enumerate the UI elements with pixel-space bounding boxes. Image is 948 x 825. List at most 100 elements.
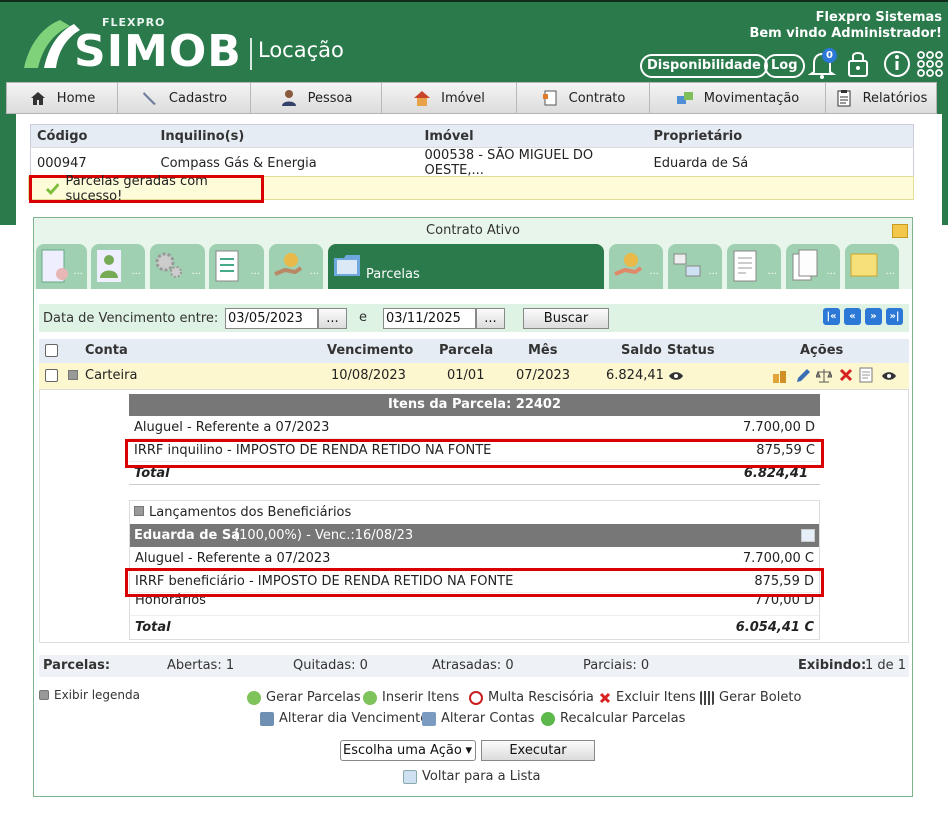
calculator-icon[interactable] bbox=[801, 529, 815, 542]
panel-title: Contrato Ativo bbox=[34, 218, 912, 244]
value-imovel[interactable]: 000538 - SÃO MIGUEL DO OESTE,... bbox=[418, 147, 648, 179]
header-proprietario: Proprietário bbox=[647, 124, 914, 148]
col-saldo: Saldo bbox=[621, 343, 662, 358]
action-multa[interactable]: Multa Rescisória bbox=[469, 690, 594, 705]
tab-dots: ... bbox=[191, 266, 201, 277]
collapse-icon[interactable] bbox=[68, 370, 78, 380]
action-label: Alterar dia Vencimento bbox=[279, 711, 429, 726]
tab-dots: ... bbox=[826, 266, 836, 277]
tab-transfer[interactable]: ... bbox=[668, 244, 722, 289]
tab-finance[interactable]: ... bbox=[269, 244, 323, 289]
list-icon bbox=[403, 769, 417, 784]
notifications-bell-icon[interactable]: 0 bbox=[807, 48, 838, 80]
parcela-detail: Itens da Parcela: 22402 Aluguel - Refere… bbox=[39, 389, 909, 643]
action-label: Gerar Parcelas bbox=[266, 690, 361, 705]
total-value: 6.054,41 C bbox=[735, 620, 814, 635]
tab-documents[interactable]: ... bbox=[727, 244, 781, 289]
view-icon[interactable] bbox=[881, 370, 897, 382]
tab-settings[interactable]: ... bbox=[150, 244, 205, 289]
action-alterar-vencimento[interactable]: Alterar dia Vencimento bbox=[260, 711, 428, 726]
row-checkbox[interactable] bbox=[45, 369, 58, 382]
row-mes: 07/2023 bbox=[516, 368, 571, 383]
availability-button[interactable]: Disponibilidade bbox=[640, 54, 768, 78]
benef-label: Aluguel - Referente a 07/2023 bbox=[135, 551, 331, 566]
summary-quitadas: Quitadas: 0 bbox=[293, 658, 368, 673]
table-row[interactable]: Carteira 10/08/2023 01/01 07/2023 6.824,… bbox=[39, 363, 909, 389]
date-to-input[interactable]: 03/11/2025 bbox=[383, 308, 476, 329]
total-label: Total bbox=[134, 466, 170, 481]
document-icon[interactable] bbox=[859, 367, 873, 383]
date-to-picker-button[interactable]: ... bbox=[476, 308, 505, 329]
add-icon bbox=[363, 690, 377, 705]
legend-toggle[interactable]: Exibir legenda bbox=[39, 688, 140, 702]
action-gerar-parcelas[interactable]: Gerar Parcelas bbox=[247, 690, 361, 705]
edit-icon[interactable] bbox=[795, 368, 811, 384]
select-all-checkbox[interactable] bbox=[45, 344, 58, 357]
filter-and-label: e bbox=[359, 310, 367, 325]
checklist-icon bbox=[215, 250, 239, 282]
delete-icon bbox=[599, 692, 611, 703]
nav-imovel[interactable]: Imóvel bbox=[382, 83, 517, 113]
tab-parcelas[interactable]: Parcelas bbox=[328, 244, 604, 289]
view-status-icon[interactable] bbox=[668, 370, 684, 382]
nav-cadastro[interactable]: Cadastro bbox=[118, 83, 251, 113]
tab-tenant[interactable]: ... bbox=[91, 244, 145, 289]
delete-icon[interactable] bbox=[839, 368, 853, 382]
nav-relatorios[interactable]: Relatórios bbox=[826, 83, 936, 113]
nav-home[interactable]: Home bbox=[7, 83, 118, 113]
first-page-icon[interactable]: |« bbox=[823, 308, 840, 325]
nav-movimentacao[interactable]: Movimentação bbox=[650, 83, 826, 113]
user-info: Flexpro Sistemas Bem vindo Administrador… bbox=[749, 10, 942, 42]
document-icon bbox=[733, 250, 757, 282]
summary-exibindo: 1 de 1 bbox=[865, 658, 907, 673]
prev-page-icon[interactable]: « bbox=[844, 308, 861, 325]
col-parcela: Parcela bbox=[439, 343, 494, 358]
action-inserir-itens[interactable]: Inserir Itens bbox=[363, 690, 459, 705]
tab-contract-data[interactable]: ... bbox=[36, 244, 87, 289]
tab-dots: ... bbox=[309, 266, 319, 277]
action-gerar-boleto[interactable]: Gerar Boleto bbox=[700, 690, 801, 705]
beneficiary-toggle[interactable]: Lançamentos dos Beneficiários bbox=[130, 501, 819, 524]
nav-contrato-label: Contrato bbox=[568, 90, 626, 106]
next-page-icon[interactable]: » bbox=[865, 308, 882, 325]
value-proprietario[interactable]: Eduarda de Sá bbox=[647, 147, 914, 179]
filter-label: Data de Vencimento entre: bbox=[43, 310, 219, 326]
tab-dots: ... bbox=[250, 266, 260, 277]
date-from-picker-button[interactable]: ... bbox=[318, 308, 347, 329]
contract-tabs: ... ... ... ... ... Parcelas ... ... ...… bbox=[34, 244, 912, 289]
scale-icon[interactable] bbox=[816, 368, 832, 384]
nav-imovel-label: Imóvel bbox=[441, 90, 485, 106]
date-from-input[interactable]: 03/05/2023 bbox=[225, 308, 318, 329]
search-button[interactable]: Buscar bbox=[523, 308, 609, 329]
tab-notes[interactable]: ... bbox=[845, 244, 899, 289]
collapse-icon[interactable] bbox=[134, 506, 144, 516]
coins-icon[interactable] bbox=[772, 368, 788, 384]
logo[interactable]: FLEXPRO SIMOB Locação bbox=[22, 16, 352, 77]
tab-checklist[interactable]: ... bbox=[209, 244, 264, 289]
welcome-text: Bem vindo Administrador! bbox=[749, 26, 942, 41]
action-excluir-itens[interactable]: Excluir Itens bbox=[599, 690, 696, 705]
back-to-list[interactable]: Voltar para a Lista bbox=[403, 769, 540, 784]
action-select[interactable]: Escolha uma Ação ▾ bbox=[340, 740, 476, 761]
nav-contrato[interactable]: Contrato bbox=[517, 83, 650, 113]
highlight-irrf-inquilino bbox=[125, 439, 824, 468]
log-button[interactable]: Log bbox=[764, 54, 805, 78]
action-recalcular[interactable]: Recalcular Parcelas bbox=[541, 711, 685, 726]
contract-info: Código Inquilino(s) Imóvel Proprietário … bbox=[30, 124, 914, 179]
info-icon[interactable] bbox=[882, 48, 912, 80]
tab-files[interactable]: ... bbox=[786, 244, 840, 289]
apps-grid-icon[interactable] bbox=[916, 48, 944, 80]
last-page-icon[interactable]: »| bbox=[886, 308, 903, 325]
execute-button[interactable]: Executar bbox=[481, 740, 595, 761]
row-conta: Carteira bbox=[85, 368, 138, 383]
row-saldo: 6.824,41 bbox=[606, 368, 664, 383]
lock-icon[interactable] bbox=[845, 48, 875, 80]
tab-payment[interactable]: ... bbox=[609, 244, 663, 289]
note-icon[interactable] bbox=[892, 224, 908, 238]
parcelas-grid-header: Conta Vencimento Parcela Mês Saldo Statu… bbox=[39, 339, 909, 363]
summary-label: Parcelas: bbox=[43, 658, 111, 673]
legend-label: Exibir legenda bbox=[54, 688, 141, 702]
summary-exibindo-label: Exibindo: bbox=[798, 658, 867, 673]
nav-pessoa[interactable]: Pessoa bbox=[251, 83, 382, 113]
action-alterar-contas[interactable]: Alterar Contas bbox=[422, 711, 535, 726]
